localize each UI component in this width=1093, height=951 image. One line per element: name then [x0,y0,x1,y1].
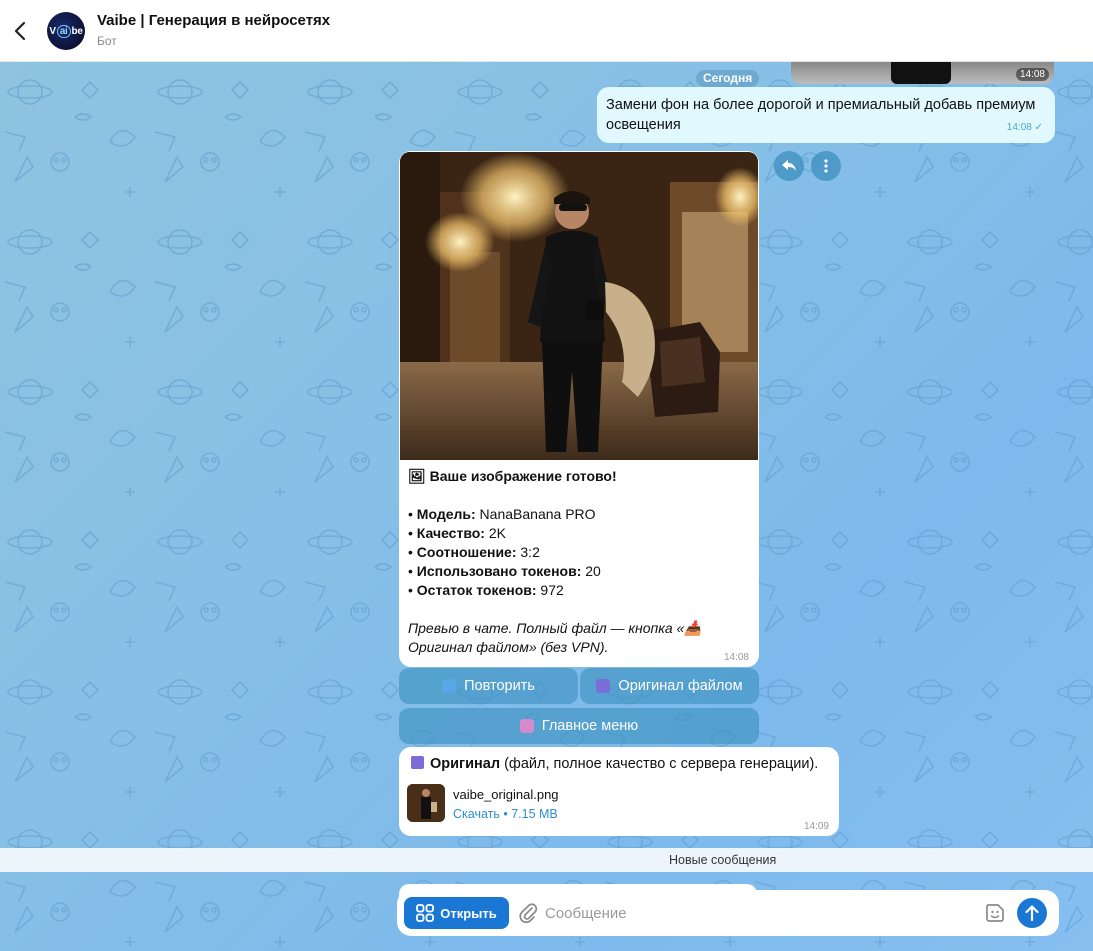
inbox-tray-icon [411,756,424,769]
info-tokens-used: • Использовано токенов: 20 [408,563,601,579]
info-model: • Модель: NanaBanana PRO [408,506,596,522]
bot-image-message[interactable]: 🖼 Ваше изображение готово! • Модель: Nan… [399,151,759,667]
button-label: Главное меню [541,718,639,734]
message-text: Замени фон на более дорогой и премиальны… [606,97,1036,133]
forward-button[interactable] [774,151,804,181]
button-label: Повторить [464,678,535,694]
attach-icon[interactable] [518,902,538,924]
reply-arrow-icon [782,160,796,171]
outgoing-message[interactable]: Замени фон на более дорогой и премиальны… [597,87,1055,143]
inbox-tray-icon [596,679,611,693]
bot-avatar[interactable]: Vai be [47,12,85,50]
back-arrow-icon [519,719,534,733]
message-composer: Открыть [397,890,1059,936]
grid-icon [416,904,435,922]
new-messages-label: Новые сообщения [669,853,777,867]
info-tokens-left: • Остаток токенов: 972 [408,582,564,598]
generated-image-illustration [400,152,758,460]
chat-title[interactable]: Vaibe | Генерация в нейросетях [97,12,330,29]
button-label: Оригинал файлом [618,678,743,694]
download-link[interactable]: Скачать • 7.15 MB [453,807,558,821]
preview-note: Превью в чате. Полный файл — кнопка «📥 О… [408,620,702,655]
file-thumbnail-image [407,784,445,822]
read-check-icon: ✓ [1034,122,1043,133]
message-input[interactable] [545,898,965,928]
message-time: 14:08 [1015,68,1049,81]
avatar-letter-end: be [71,25,83,37]
repeat-icon [442,679,457,693]
open-button-label: Открыть [440,905,497,921]
send-arrow-icon [1025,905,1039,921]
new-messages-divider: Новые сообщения [0,848,1093,872]
file-name[interactable]: vaibe_original.png [453,787,559,802]
send-button[interactable] [1017,898,1047,928]
info-quality: • Качество: 2K [408,525,506,541]
main-menu-button[interactable]: Главное меню [399,708,759,744]
file-message-text: Оригинал (файл, полное качество с сервер… [411,756,818,772]
info-ratio: • Соотношение: 3:2 [408,544,540,560]
file-thumbnail[interactable] [407,784,445,822]
repeat-button[interactable]: Повторить [399,668,578,704]
avatar-letter: V [49,25,56,37]
original-file-button[interactable]: Оригинал файлом [580,668,759,704]
open-app-button[interactable]: Открыть [404,897,509,929]
back-icon[interactable] [9,19,31,43]
message-time-status: 14:08 ✓ [1007,118,1043,138]
message-time: 14:09 [803,821,829,832]
previous-image-message[interactable]: 14:08 [791,62,1054,84]
more-dots-icon [824,159,828,173]
bot-message-text: 🖼 Ваше изображение готово! • Модель: Nan… [408,467,752,657]
message-time: 14:08 [1006,122,1032,133]
generated-image[interactable] [400,152,758,460]
chat-subtitle: Бот [97,34,117,48]
file-message[interactable]: Оригинал (файл, полное качество с сервер… [399,747,839,836]
date-separator: Сегодня [696,70,760,87]
sticker-icon[interactable] [984,902,1006,924]
message-time: 14:08 [723,652,749,663]
message-heading: 🖼 Ваше изображение готово! [408,468,617,484]
previous-image-content [891,62,951,84]
chat-area[interactable]: 14:08 Сегодня Замени фон на более дорого… [0,62,1093,951]
avatar-ring-text: ai [56,24,71,38]
chat-header: Vai be Vaibe | Генерация в нейросетях Бот [0,0,1093,62]
more-options-button[interactable] [811,151,841,181]
